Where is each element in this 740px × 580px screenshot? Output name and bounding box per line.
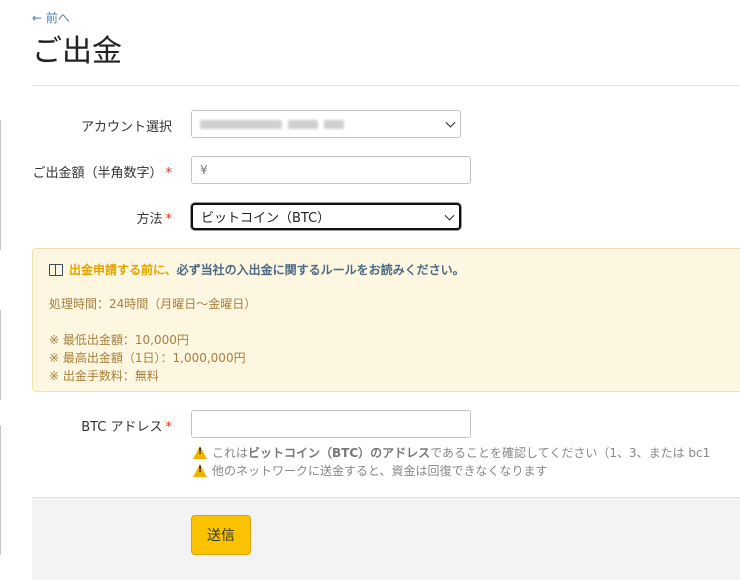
account-label: アカウント選択 (80, 120, 172, 135)
book-icon (49, 263, 63, 276)
method-select[interactable]: ビットコイン（BTC） (191, 203, 461, 230)
warning-icon (193, 464, 207, 477)
warning-address-format: これはビットコイン（BTC）のアドレスであることを確認してください（1、3、また… (193, 444, 710, 461)
submit-button[interactable]: 送信 (191, 515, 251, 555)
method-select-value: ビットコイン（BTC） (201, 211, 331, 226)
warning-icon (193, 446, 207, 459)
chevron-down-icon (444, 210, 455, 221)
processing-time: 処理時間：24時間（月曜日～金曜日） (49, 297, 257, 311)
fee: ※ 出金手数料：無料 (49, 369, 159, 383)
warning-network: 他のネットワークに送金すると、資金は回復できなくなります (193, 462, 548, 479)
form-footer (32, 497, 740, 580)
withdrawal-notice: 出金申請する前に、 必ず当社の入出金に関するルールをお読みください。 処理時間：2… (32, 248, 740, 392)
amount-label: ご出金額（半角数字） * (32, 166, 173, 181)
notice-headline: 出金申請する前に、 必ず当社の入出金に関するルールをお読みください。 (49, 261, 465, 278)
account-select[interactable] (191, 110, 461, 138)
btc-address-input[interactable] (191, 410, 471, 438)
max-amount: ※ 最高出金額（1日）：1,000,000円 (49, 351, 246, 365)
page-title: ご出金 (32, 34, 122, 69)
left-border-segment (0, 425, 1, 555)
redacted-account-value (200, 119, 282, 129)
back-link[interactable]: ← 前へ (32, 9, 70, 26)
amount-input[interactable] (191, 156, 471, 184)
divider (32, 85, 740, 86)
required-mark: * (165, 420, 173, 435)
method-label: 方法 * (136, 212, 173, 227)
chevron-down-icon (445, 117, 456, 128)
required-mark: * (165, 212, 173, 227)
btc-address-label: BTC アドレス * (81, 420, 173, 435)
min-amount: ※ 最低出金額：10,000円 (49, 333, 189, 347)
redacted-account-value (288, 119, 318, 129)
left-border-segment (0, 120, 1, 250)
redacted-account-value (324, 119, 344, 129)
left-border-segment (0, 310, 1, 400)
required-mark: * (165, 166, 173, 181)
